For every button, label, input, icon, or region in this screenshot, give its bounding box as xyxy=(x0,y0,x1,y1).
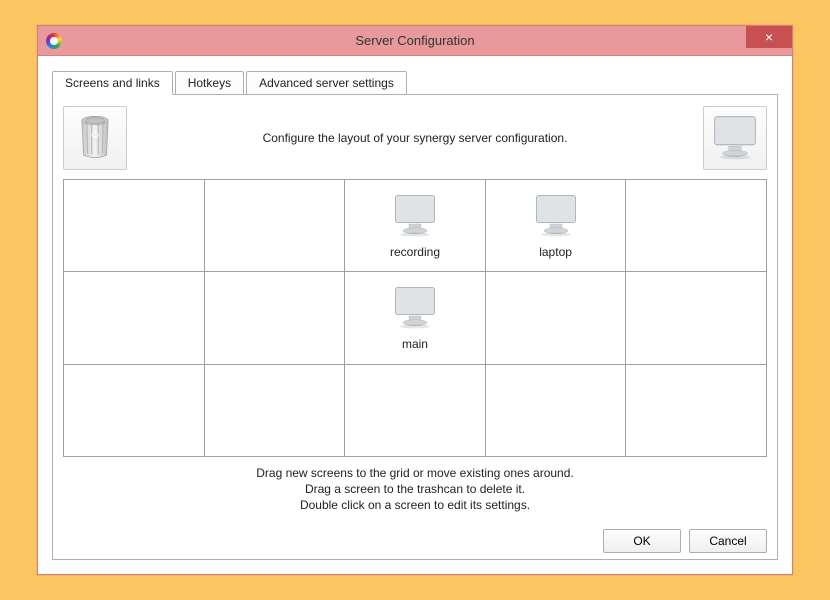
window-title: Server Configuration xyxy=(38,33,792,48)
cancel-button[interactable]: Cancel xyxy=(689,529,767,553)
trashcan-button[interactable]: ♻ xyxy=(63,106,127,170)
grid-cell[interactable] xyxy=(485,364,626,456)
dialog-button-row: OK Cancel xyxy=(603,529,767,553)
grid-cell[interactable] xyxy=(345,364,486,456)
hint-line: Drag a screen to the trashcan to delete … xyxy=(63,481,767,497)
monitor-icon xyxy=(391,192,439,241)
screen-item-recording[interactable]: recording xyxy=(345,180,485,271)
tab-screens-and-links[interactable]: Screens and links xyxy=(52,71,173,95)
monitor-icon xyxy=(532,192,580,241)
tab-hotkeys[interactable]: Hotkeys xyxy=(175,71,244,94)
grid-cell[interactable] xyxy=(626,272,767,364)
close-button[interactable]: × xyxy=(746,26,792,48)
screen-item-laptop[interactable]: laptop xyxy=(486,180,626,271)
svg-text:♻: ♻ xyxy=(90,129,100,141)
screen-item-main[interactable]: main xyxy=(345,272,485,363)
trashcan-icon: ♻ xyxy=(75,114,115,163)
dialog-window: Server Configuration × Screens and links… xyxy=(37,25,793,575)
monitor-icon xyxy=(710,113,760,164)
grid-cell[interactable] xyxy=(204,272,345,364)
grid-cell[interactable] xyxy=(204,180,345,272)
instruction-text: Configure the layout of your synergy ser… xyxy=(137,131,693,145)
grid-cell[interactable] xyxy=(64,180,205,272)
hints-text: Drag new screens to the grid or move exi… xyxy=(63,465,767,514)
monitor-icon xyxy=(391,284,439,333)
titlebar: Server Configuration × xyxy=(38,26,792,56)
tab-panel-screens: ♻ Configure the layout of your synergy xyxy=(52,94,778,560)
screen-label: recording xyxy=(390,245,440,259)
screen-layout-grid[interactable]: recording laptop xyxy=(63,179,767,457)
screen-label: main xyxy=(402,337,428,351)
grid-cell[interactable] xyxy=(485,272,626,364)
tab-strip: Screens and links Hotkeys Advanced serve… xyxy=(52,70,778,94)
grid-cell[interactable] xyxy=(626,364,767,456)
tab-advanced-server-settings[interactable]: Advanced server settings xyxy=(246,71,407,94)
grid-cell[interactable] xyxy=(64,364,205,456)
grid-cell[interactable] xyxy=(64,272,205,364)
screen-label: laptop xyxy=(539,245,572,259)
grid-cell[interactable] xyxy=(204,364,345,456)
hint-line: Drag new screens to the grid or move exi… xyxy=(63,465,767,481)
grid-cell[interactable]: recording xyxy=(345,180,486,272)
close-icon: × xyxy=(765,29,773,45)
content-area: Screens and links Hotkeys Advanced serve… xyxy=(52,70,778,560)
hint-line: Double click on a screen to edit its set… xyxy=(63,497,767,513)
grid-cell[interactable]: laptop xyxy=(485,180,626,272)
new-screen-button[interactable] xyxy=(703,106,767,170)
grid-cell[interactable]: main xyxy=(345,272,486,364)
toolbar-row: ♻ Configure the layout of your synergy xyxy=(63,103,767,173)
ok-button[interactable]: OK xyxy=(603,529,681,553)
grid-cell[interactable] xyxy=(626,180,767,272)
